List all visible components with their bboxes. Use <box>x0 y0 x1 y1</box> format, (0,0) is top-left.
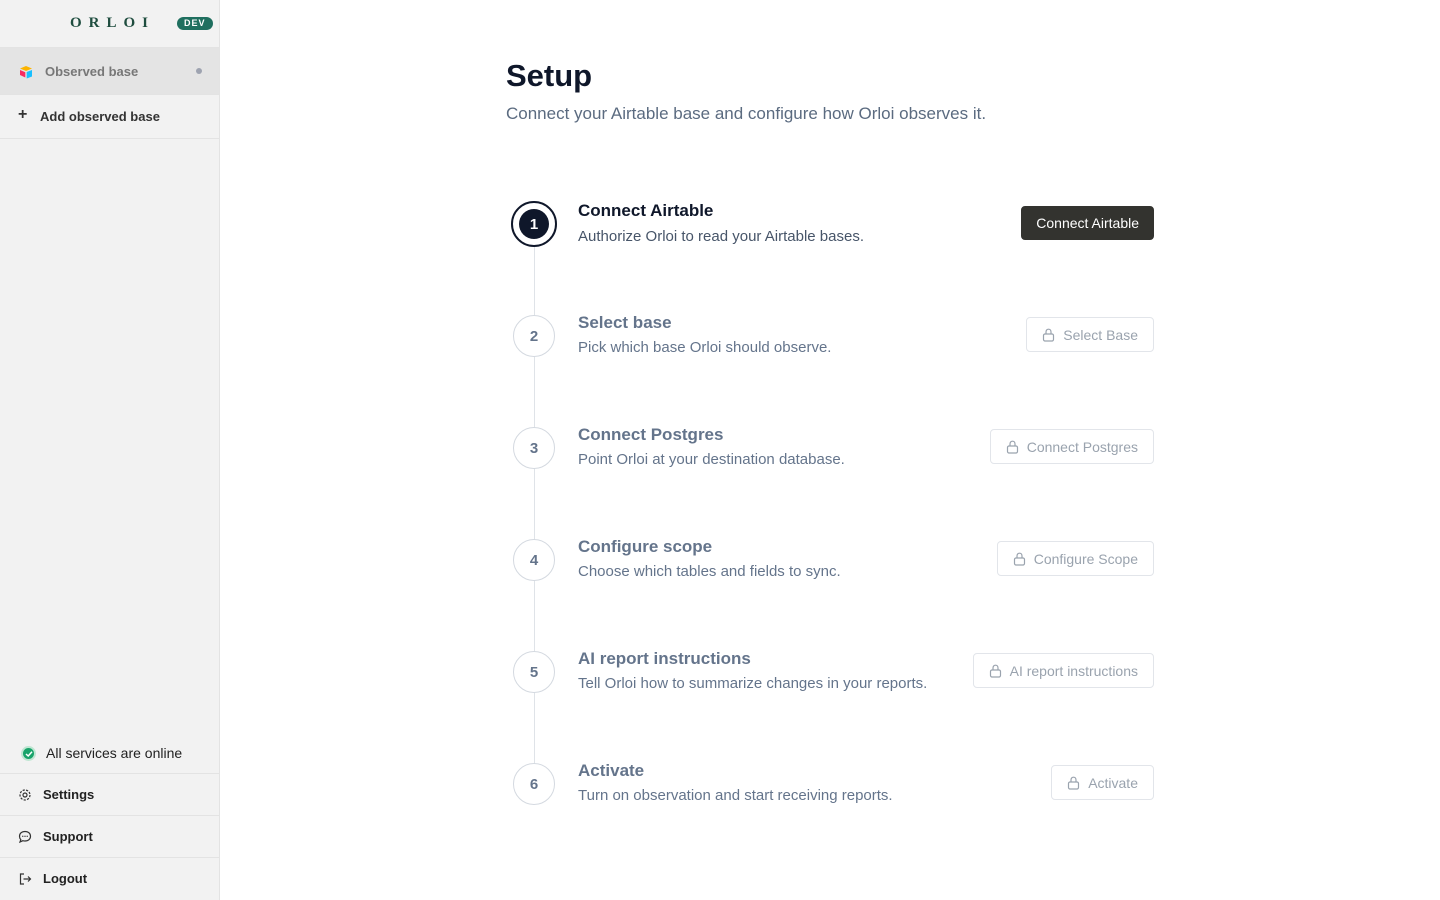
button-label: Activate <box>1088 774 1138 791</box>
brand-header: ORLOI DEV <box>0 0 219 48</box>
step-description: Authorize Orloi to read your Airtable ba… <box>578 228 864 245</box>
sidebar-item-settings[interactable]: Settings <box>0 774 219 816</box>
plus-icon: + <box>18 106 28 123</box>
connect-airtable-button[interactable]: Connect Airtable <box>1021 206 1154 240</box>
activate-button[interactable]: Activate <box>1051 765 1154 800</box>
check-circle-icon <box>21 746 36 761</box>
step-title: Configure scope <box>578 537 713 556</box>
services-status: All services are online <box>0 732 219 774</box>
button-label: Select Base <box>1063 326 1138 343</box>
step-number-badge: 6 <box>513 763 555 805</box>
step-title: Select base <box>578 313 672 332</box>
button-label: Configure Scope <box>1033 550 1138 567</box>
settings-label: Settings <box>43 787 95 802</box>
page-subtitle: Connect your Airtable base and configure… <box>506 104 987 123</box>
step-number-badge: 1 <box>511 201 557 247</box>
lock-icon <box>1068 776 1080 790</box>
status-dot <box>196 68 202 74</box>
configure-scope-button[interactable]: Configure Scope <box>996 541 1154 576</box>
step-number-badge: 4 <box>513 539 555 581</box>
step-description: Pick which base Orloi should observe. <box>578 339 832 356</box>
env-badge: DEV <box>177 17 213 30</box>
step-number-badge: 2 <box>513 315 555 357</box>
sidebar: ORLOI DEV Observed base + Add observed b… <box>0 0 220 900</box>
step-number-badge: 3 <box>513 427 555 469</box>
support-label: Support <box>43 829 93 844</box>
lock-icon <box>989 664 1001 678</box>
page-title: Setup <box>506 58 593 93</box>
lock-icon <box>1013 552 1025 566</box>
setup-step-connect-postgres: 3 Connect Postgres Point Orloi at your d… <box>506 423 1154 483</box>
add-observed-base-label: Add observed base <box>40 109 160 124</box>
services-status-label: All services are online <box>46 745 183 761</box>
main-content: Setup Connect your Airtable base and con… <box>220 0 1440 900</box>
connect-postgres-button[interactable]: Connect Postgres <box>989 429 1154 464</box>
step-description: Point Orloi at your destination database… <box>578 451 845 468</box>
gear-icon <box>19 789 31 801</box>
step-title: Connect Airtable <box>578 201 714 220</box>
logout-label: Logout <box>43 871 88 886</box>
lock-icon <box>1006 440 1018 454</box>
ai-report-instructions-button[interactable]: AI report instructions <box>972 653 1154 688</box>
step-description: Turn on observation and start receiving … <box>578 787 893 804</box>
sidebar-item-logout[interactable]: Logout <box>0 858 219 900</box>
setup-step-connect-airtable: 1 Connect Airtable Authorize Orloi to re… <box>506 199 1154 259</box>
sidebar-item-support[interactable]: Support <box>0 816 219 858</box>
setup-step-select-base: 2 Select base Pick which base Orloi shou… <box>506 311 1154 371</box>
button-label: Connect Postgres <box>1026 438 1138 455</box>
step-title: Activate <box>578 761 645 780</box>
step-title: Connect Postgres <box>578 425 724 444</box>
step-number: 1 <box>519 209 549 239</box>
setup-step-configure-scope: 4 Configure scope Choose which tables an… <box>506 535 1154 595</box>
setup-step-activate: 6 Activate Turn on observation and start… <box>506 759 1154 819</box>
step-number-badge: 5 <box>513 651 555 693</box>
setup-step-ai-report-instructions: 5 AI report instructions Tell Orloi how … <box>506 647 1154 707</box>
lock-icon <box>1043 328 1055 342</box>
sidebar-item-label: Observed base <box>45 63 139 79</box>
add-observed-base-button[interactable]: + Add observed base <box>0 95 219 139</box>
button-label: AI report instructions <box>1009 662 1138 679</box>
chat-bubble-icon <box>18 830 32 844</box>
step-description: Tell Orloi how to summarize changes in y… <box>578 675 928 692</box>
logout-icon <box>19 873 32 885</box>
airtable-icon <box>20 66 32 79</box>
brand-logo[interactable]: ORLOI <box>70 15 155 32</box>
sidebar-item-observed-base[interactable]: Observed base <box>0 48 219 95</box>
step-description: Choose which tables and fields to sync. <box>578 563 841 580</box>
step-title: AI report instructions <box>578 649 751 668</box>
select-base-button[interactable]: Select Base <box>1026 317 1154 352</box>
